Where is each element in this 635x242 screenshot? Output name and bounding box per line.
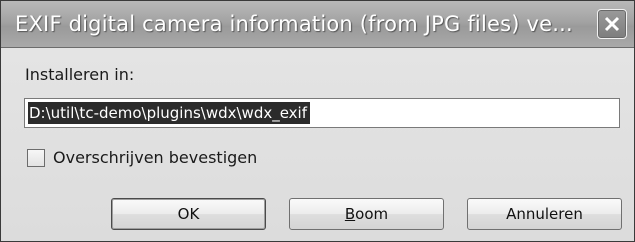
- window-title: EXIF digital camera information (from JP…: [15, 12, 573, 36]
- close-icon: [604, 16, 620, 32]
- confirm-overwrite-checkbox[interactable]: [27, 149, 45, 167]
- ok-button[interactable]: OK: [111, 198, 266, 230]
- install-path-value: D:\util\tc-demo\plugins\wdx\wdx_exif: [28, 102, 311, 124]
- title-bar[interactable]: EXIF digital camera information (from JP…: [1, 1, 634, 48]
- tree-button-label: oom: [355, 205, 389, 223]
- tree-button-mnemonic: B: [344, 205, 356, 223]
- cancel-button[interactable]: Annuleren: [467, 198, 622, 230]
- tree-button[interactable]: Boom: [289, 198, 444, 230]
- install-location-label: Installeren in:: [25, 65, 135, 84]
- close-button[interactable]: [597, 9, 627, 39]
- install-dialog: EXIF digital camera information (from JP…: [0, 0, 635, 242]
- confirm-overwrite-label[interactable]: Overschrijven bevestigen: [53, 148, 257, 167]
- install-path-input[interactable]: D:\util\tc-demo\plugins\wdx\wdx_exif: [24, 98, 620, 128]
